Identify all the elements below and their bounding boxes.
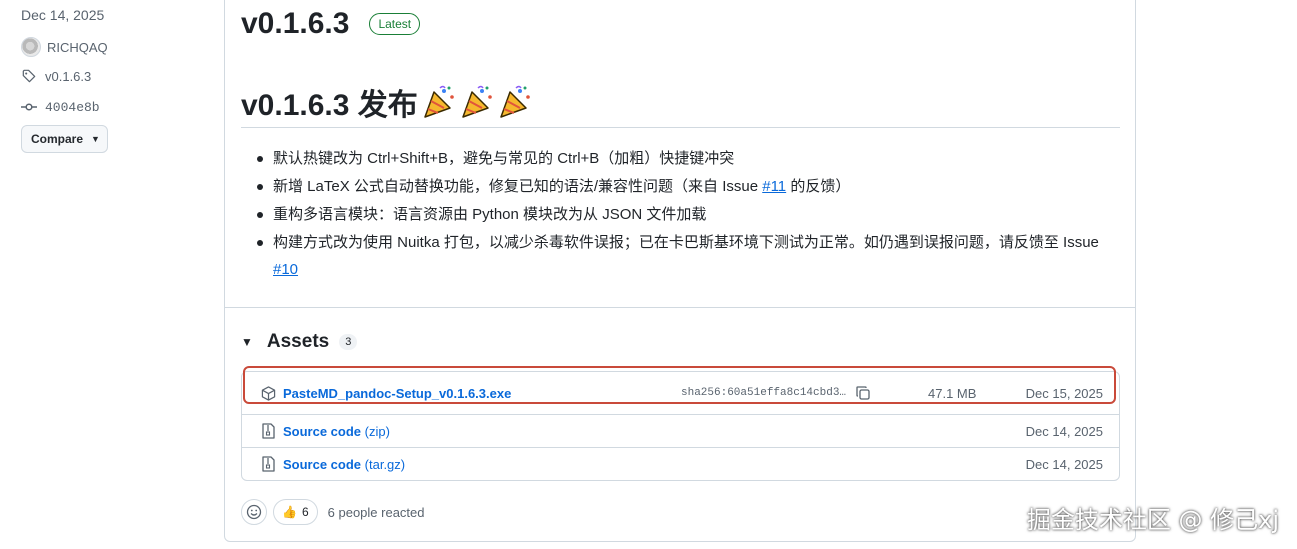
body-title-text: v0.1.6.3 发布 (241, 89, 418, 122)
asset-sha: sha256:60a51effa8c14cbd3… (681, 387, 847, 399)
release-version[interactable]: v0.1.6.3 (241, 7, 349, 41)
file-zip-icon (260, 423, 276, 439)
assets-toggle[interactable]: ▼ Assets 3 (241, 331, 358, 353)
thumbs-up-reaction-button[interactable]: 👍 6 (273, 499, 318, 525)
asset-row: PasteMD_pandoc-Setup_v0.1.6.3.exe sha256… (242, 366, 1119, 414)
note-text: 默认热键改为 Ctrl+Shift+B，避免与常见的 Ctrl+B（加粗）快捷键… (273, 150, 735, 167)
commit-hash[interactable]: 4004e8b (45, 100, 100, 115)
assets-divider (225, 307, 1135, 308)
issue-link[interactable]: #11 (762, 178, 786, 195)
smiley-icon (246, 504, 262, 520)
asset-name[interactable]: Source code (283, 457, 361, 472)
assets-title: Assets (266, 331, 330, 352)
reactions-bar: 👍 6 6 people reacted (241, 499, 425, 525)
release-header: v0.1.6.3 Latest (241, 7, 421, 41)
asset-suffix[interactable]: (zip) (365, 424, 390, 439)
note-item: 构建方式改为使用 Nuitka 打包，以减少杀毒软件误报；已在卡巴斯基环境下测试… (257, 229, 1118, 283)
author-link[interactable]: RICHQAQ (21, 37, 108, 57)
asset-suffix[interactable]: (tar.gz) (365, 457, 405, 472)
assets-list: PasteMD_pandoc-Setup_v0.1.6.3.exe sha256… (241, 366, 1120, 481)
note-text: 新增 LaTeX 公式自动替换功能，修复已知的语法/兼容性问题（来自 Issue (273, 178, 763, 195)
watermark: 掘金技术社区 @ 修己xj (1026, 506, 1279, 534)
file-zip-icon (260, 456, 276, 472)
note-text: 的反馈） (786, 178, 851, 195)
issue-link[interactable]: #10 (273, 261, 298, 278)
caret-down-icon: ▼ (91, 134, 100, 144)
note-text: 重构多语言模块：语言资源由 Python 模块改为从 JSON 文件加载 (273, 206, 707, 223)
tag-icon (21, 68, 37, 84)
add-reaction-button[interactable] (241, 499, 267, 525)
asset-date: Dec 14, 2025 (1025, 423, 1103, 439)
title-divider (241, 127, 1120, 128)
author-name[interactable]: RICHQAQ (47, 40, 108, 55)
release-card: v0.1.6.3 Latest v0.1.6.3 发布 默认热键改为 Ctrl+… (224, 0, 1136, 542)
asset-size: 47.1 MB (928, 385, 977, 401)
release-body-title: v0.1.6.3 发布 (241, 80, 534, 124)
assets-count-badge: 3 (339, 334, 358, 350)
commit-icon (21, 99, 37, 115)
commit-link[interactable]: 4004e8b (21, 99, 100, 115)
copy-icon[interactable] (855, 385, 871, 401)
compare-label: Compare (31, 132, 84, 146)
compare-button[interactable]: Compare ▼ (21, 125, 108, 153)
note-item: 新增 LaTeX 公式自动替换功能，修复已知的语法/兼容性问题（来自 Issue… (257, 173, 1118, 200)
note-text: 构建方式改为使用 Nuitka 打包，以减少杀毒软件误报；已在卡巴斯基环境下测试… (273, 234, 1099, 251)
author-avatar[interactable] (21, 37, 41, 57)
asset-date: Dec 14, 2025 (1025, 456, 1103, 472)
asset-row: Source code (tar.gz) Dec 14, 2025 (242, 447, 1119, 480)
asset-name-link[interactable]: Source code (zip) (283, 424, 390, 439)
release-notes-list: 默认热键改为 Ctrl+Shift+B，避免与常见的 Ctrl+B（加粗）快捷键… (257, 145, 1118, 284)
reactions-summary: 6 people reacted (327, 504, 425, 520)
thumbs-up-count: 6 (301, 505, 309, 519)
asset-name[interactable]: Source code (283, 424, 361, 439)
asset-name-link[interactable]: PasteMD_pandoc-Setup_v0.1.6.3.exe (283, 386, 511, 401)
tag-name[interactable]: v0.1.6.3 (45, 69, 91, 84)
triangle-down-icon[interactable]: ▼ (241, 335, 253, 349)
thumbs-up-icon: 👍 (282, 505, 297, 519)
note-item: 默认热键改为 Ctrl+Shift+B，避免与常见的 Ctrl+B（加粗）快捷键… (257, 145, 1118, 172)
tag-link[interactable]: v0.1.6.3 (21, 68, 91, 84)
package-icon (260, 385, 276, 401)
party-popper-icon (422, 84, 534, 120)
note-item: 重构多语言模块：语言资源由 Python 模块改为从 JSON 文件加载 (257, 201, 1118, 228)
latest-badge: Latest (369, 13, 421, 35)
asset-row: Source code (zip) Dec 14, 2025 (242, 414, 1119, 447)
asset-name-link[interactable]: Source code (tar.gz) (283, 457, 405, 472)
asset-date: Dec 15, 2025 (1025, 385, 1103, 401)
release-date: Dec 14, 2025 (21, 7, 105, 23)
